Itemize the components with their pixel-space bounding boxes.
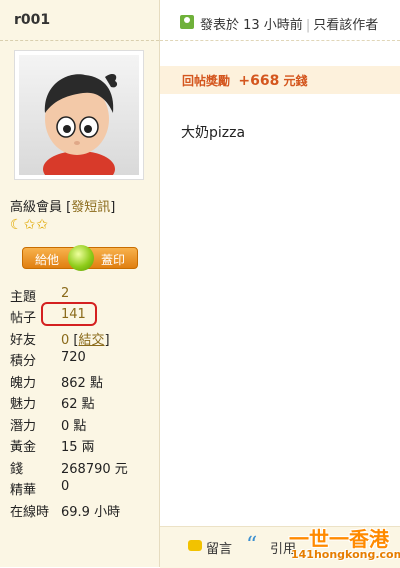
stat-key: 黃金 [10,440,37,455]
stat-value: 0 [61,479,70,494]
reward-label: 回帖獎勵 [182,74,231,88]
stat-value[interactable]: 0 [61,333,69,348]
divider [0,40,159,41]
add-friend-link[interactable]: 結交 [79,333,105,348]
online-status-icon [180,15,194,29]
stat-key: 魄力 [10,376,37,391]
divider: | [305,18,311,33]
reward-amount: +668 [238,73,280,89]
award-stamp-button[interactable]: 給他 蓋印 [22,245,138,271]
avatar-image [19,55,139,175]
rank-icons: ☾✩✩ [10,218,49,232]
award-right-label: 蓋印 [100,253,125,267]
stat-value: 268790 元 [61,462,128,477]
stat-key: 潛力 [10,419,37,434]
avatar[interactable] [14,50,144,180]
post-meta: 發表於 13 小時前 | 只看該作者 [200,14,378,33]
moon-icon: ☾ [10,217,24,233]
stat-value: 15 兩 [61,440,95,455]
star-icon: ✩ [36,217,50,233]
username-link[interactable]: r001 [14,12,50,28]
reward-unit: 元錢 [283,74,308,88]
stat-value-wrap: 0 [結交] [61,333,110,348]
post-content: 大奶pizza [181,125,246,141]
stamp-ball-icon [68,245,94,271]
stat-value: 69.9 小時 [61,505,121,520]
comment-button[interactable]: 留言 [206,538,232,557]
only-author-link[interactable]: 只看該作者 [313,18,378,33]
quote-icon[interactable]: “ [246,533,257,558]
reply-reward: 回帖獎勵 +668 元錢 [182,72,308,89]
member-level-label: 高級會員 [10,200,63,215]
post-time: 發表於 13 小時前 [200,18,303,33]
stat-key: 精華 [10,483,37,498]
stat-key: 積分 [10,354,37,369]
send-pm-link[interactable]: 發短訊 [71,200,110,215]
stat-key: 魅力 [10,397,37,412]
comment-icon[interactable] [188,540,202,551]
star-icon: ✩ [23,217,37,233]
award-left-label: 給他 [35,253,60,267]
stat-value: 720 [61,350,86,365]
stat-key: 好友 [10,333,37,348]
stat-key: 在線時 [10,505,50,520]
stat-value: 862 點 [61,376,103,391]
member-level: 高級會員 [發短訊] [10,200,116,215]
site-watermark: 一世一香港 141hongkong.com [285,523,400,567]
reply-reward-bar: 回帖獎勵 +668 元錢 [160,66,400,94]
stat-key: 錢 [10,462,24,477]
highlight-circle [41,302,97,326]
profile-sidebar: r001 高級會員 [發短訊] ☾✩✩ 給他 蓋印 主題 2 帖子 141 好友… [0,0,160,567]
stat-value: 0 點 [61,419,87,434]
watermark-url: 141hongkong.com [291,548,400,561]
stat-value[interactable]: 2 [61,286,69,301]
post-header: 發表於 13 小時前 | 只看該作者 [160,0,400,41]
stat-value: 62 點 [61,397,95,412]
